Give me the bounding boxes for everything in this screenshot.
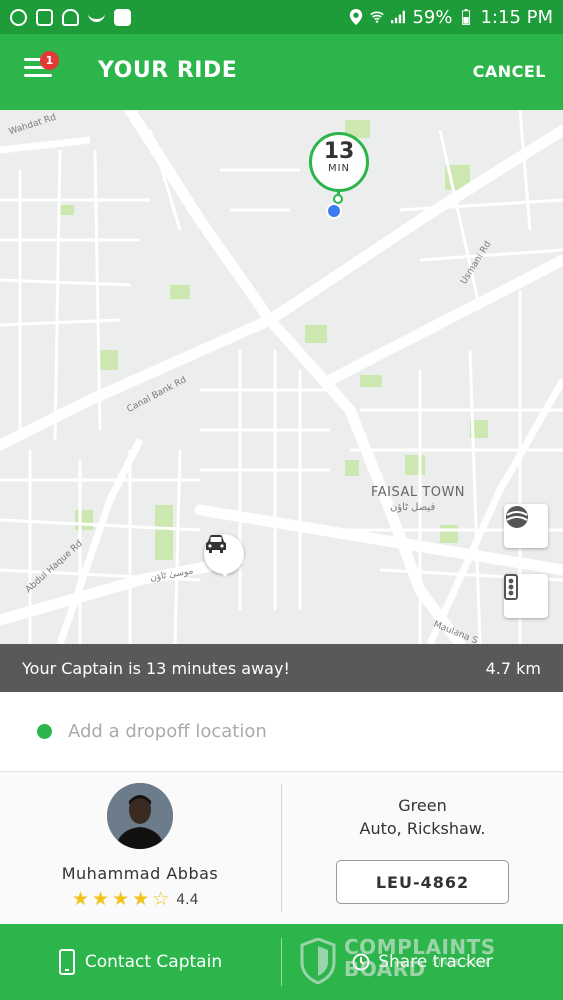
captain-rating: ★ ★ ★ ★ ☆ 4.4 bbox=[72, 890, 199, 909]
page-title: YOUR RIDE bbox=[98, 58, 238, 83]
eta-banner: Your Captain is 13 minutes away! 4.7 km bbox=[0, 644, 563, 692]
dropoff-location-field[interactable]: Add a dropoff location bbox=[0, 692, 563, 772]
contact-captain-button[interactable]: Contact Captain bbox=[0, 924, 281, 1000]
facebook-icon bbox=[114, 8, 131, 26]
eta-value: 13 bbox=[323, 139, 355, 164]
battery-icon bbox=[462, 9, 471, 25]
whatsapp-icon bbox=[10, 8, 27, 26]
menu-notification-badge: 1 bbox=[40, 51, 59, 70]
captain-avatar bbox=[107, 783, 173, 849]
eta-message: Your Captain is 13 minutes away! bbox=[22, 658, 290, 678]
license-plate: LEU-4862 bbox=[336, 860, 509, 904]
signal-icon bbox=[391, 10, 406, 24]
message-icon bbox=[36, 8, 53, 26]
map-roads bbox=[0, 110, 563, 644]
location-icon bbox=[350, 9, 363, 25]
clock: 1:15 PM bbox=[480, 6, 553, 28]
captain-info: Muhammad Abbas ★ ★ ★ ★ ☆ 4.4 bbox=[0, 772, 280, 924]
eta-marker: 13 MIN bbox=[309, 132, 369, 192]
snapchat-icon bbox=[62, 8, 79, 26]
town-label-urdu: فیصل ٹاؤن bbox=[390, 502, 436, 513]
star-icon: ★ bbox=[112, 888, 130, 910]
captain-panel: Muhammad Abbas ★ ★ ★ ★ ☆ 4.4 Green Auto,… bbox=[0, 772, 563, 924]
star-half-icon: ☆ bbox=[152, 888, 170, 910]
star-icon: ★ bbox=[72, 888, 90, 910]
avatar-photo bbox=[107, 783, 173, 849]
star-icon: ★ bbox=[132, 888, 150, 910]
town-label: FAISAL TOWN bbox=[371, 485, 466, 500]
vehicle-type: Auto, Rickshaw. bbox=[359, 819, 486, 838]
watermark-shield-icon bbox=[300, 938, 336, 984]
car-icon bbox=[206, 535, 226, 553]
map-style-button[interactable] bbox=[504, 504, 548, 548]
map-view[interactable]: Wahdat Rd Canal Bank Rd Usmani Rd Abdul … bbox=[0, 110, 563, 644]
eta-unit: MIN bbox=[327, 163, 351, 174]
star-icon: ★ bbox=[92, 888, 110, 910]
watermark: COMPLAINTS BOARD SINCE 2004 bbox=[300, 936, 530, 992]
phone-icon bbox=[58, 949, 75, 975]
traffic-light-icon bbox=[504, 574, 518, 600]
cancel-button[interactable]: CANCEL bbox=[473, 62, 546, 81]
watermark-subtitle: SINCE 2004 bbox=[432, 958, 489, 967]
status-bar: 59% 1:15 PM bbox=[0, 0, 563, 34]
vehicle-color: Green bbox=[398, 796, 447, 815]
dropoff-placeholder: Add a dropoff location bbox=[68, 721, 267, 742]
wifi-icon bbox=[370, 11, 385, 23]
captain-name: Muhammad Abbas bbox=[61, 864, 219, 883]
captain-car-marker[interactable] bbox=[204, 534, 244, 577]
rating-value: 4.4 bbox=[176, 891, 199, 908]
pickup-location-dot bbox=[326, 203, 342, 219]
globe-icon bbox=[506, 506, 528, 528]
app-bar: 1 YOUR RIDE CANCEL bbox=[0, 34, 563, 110]
smiley-icon bbox=[88, 12, 105, 22]
notification-icons bbox=[10, 8, 131, 26]
traffic-button[interactable] bbox=[504, 574, 548, 618]
contact-captain-label: Contact Captain bbox=[84, 952, 223, 972]
dropoff-dot-icon bbox=[37, 724, 52, 739]
captain-distance: 4.7 km bbox=[485, 658, 541, 678]
battery-percent: 59% bbox=[412, 6, 453, 28]
